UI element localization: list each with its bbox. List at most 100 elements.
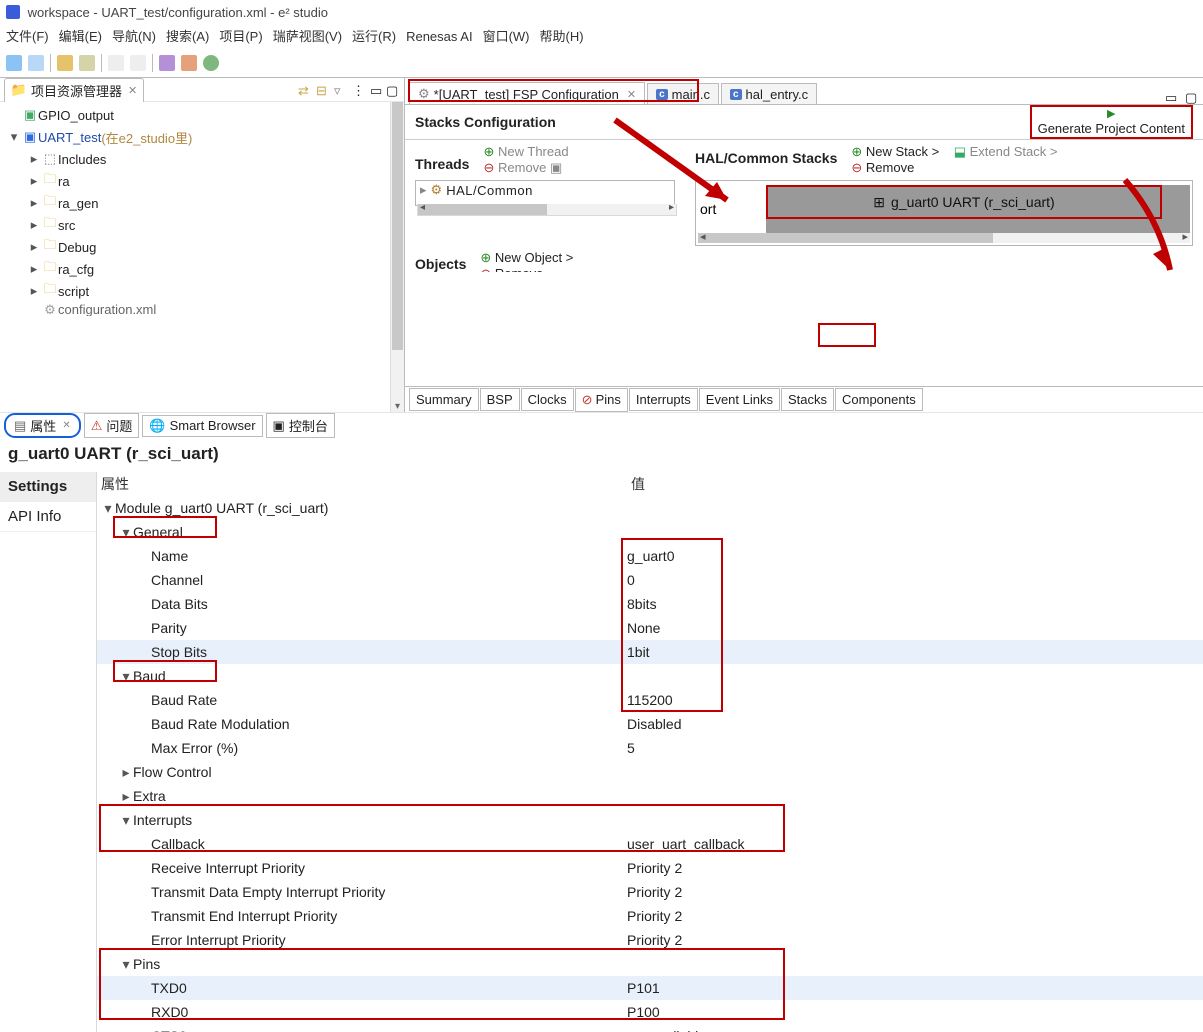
- prop-row-receive-interrupt-priority[interactable]: Receive Interrupt PriorityPriority 2: [97, 856, 1203, 880]
- tree-item-debug[interactable]: ▸🗀Debug: [0, 236, 404, 258]
- fsp-tab-components[interactable]: Components: [835, 388, 923, 411]
- view-tab-3[interactable]: ▣控制台: [266, 413, 335, 438]
- prop-value[interactable]: g_uart0: [627, 548, 1203, 564]
- prop-value[interactable]: 115200: [627, 692, 1203, 708]
- threads-list[interactable]: ▸⚙ HAL/Common: [415, 180, 675, 206]
- prop-row-channel[interactable]: Channel0: [97, 568, 1203, 592]
- prop-value[interactable]: Priority 2: [627, 908, 1203, 924]
- save-icon[interactable]: [6, 55, 22, 71]
- prop-value[interactable]: 1bit: [627, 644, 1203, 660]
- prop-value[interactable]: P100: [627, 1004, 1203, 1020]
- twisty-icon[interactable]: ▾: [119, 668, 133, 685]
- prop-row-name[interactable]: Nameg_uart0: [97, 544, 1203, 568]
- prop-side-tab-api-info[interactable]: API Info: [0, 502, 96, 532]
- horizontal-scrollbar[interactable]: ▸ ◂: [698, 233, 1190, 243]
- new-icon[interactable]: [130, 55, 146, 71]
- new-thread-button[interactable]: ⊕ New Thread: [483, 144, 568, 160]
- prop-value[interactable]: 5: [627, 740, 1203, 756]
- twisty-icon[interactable]: ▾: [119, 812, 133, 829]
- project-explorer-tab[interactable]: 📁 项目资源管理器 ✕: [4, 78, 144, 102]
- prop-value[interactable]: Disabled: [627, 716, 1203, 732]
- prop-row-callback[interactable]: Callbackuser_uart_callback: [97, 832, 1203, 856]
- fsp-tab-pins[interactable]: ⊘Pins: [575, 388, 628, 412]
- prop-row-transmit-data-empty-interrupt-priority[interactable]: Transmit Data Empty Interrupt PriorityPr…: [97, 880, 1203, 904]
- save-all-icon[interactable]: [28, 55, 44, 71]
- prop-value[interactable]: Priority 2: [627, 932, 1203, 948]
- remove-object-button[interactable]: ⊖ Remove: [480, 266, 573, 272]
- prop-row-stop-bits[interactable]: Stop Bits1bit: [97, 640, 1203, 664]
- fsp-tab-clocks[interactable]: Clocks: [521, 388, 574, 411]
- prop-group-extra[interactable]: ▸Extra: [97, 784, 1203, 808]
- extend-stack-button[interactable]: ⬓ Extend Stack >: [954, 144, 1058, 159]
- prop-group-interrupts[interactable]: ▾Interrupts: [97, 808, 1203, 832]
- vertical-scrollbar[interactable]: ▾: [390, 102, 404, 412]
- run-circle-icon[interactable]: [203, 55, 219, 71]
- editor-minimize-icon[interactable]: ▭: [1165, 90, 1179, 104]
- view-menu-icon[interactable]: ⋮: [352, 83, 366, 97]
- editor-maximize-icon[interactable]: ▢: [1185, 90, 1199, 104]
- twisty-icon[interactable]: ▸: [119, 764, 133, 781]
- prop-value[interactable]: <unavailable>: [627, 1028, 1203, 1032]
- menu-4[interactable]: 项目(P): [219, 29, 262, 44]
- prop-value[interactable]: user_uart_callback: [627, 836, 1203, 852]
- editor-tab-2[interactable]: chal_entry.c: [721, 83, 817, 105]
- close-icon[interactable]: ✕: [128, 84, 137, 97]
- twisty-icon[interactable]: ▸: [26, 151, 42, 167]
- tree-item-configuration-xml[interactable]: ⚙configuration.xml: [0, 302, 404, 316]
- prop-row-txd0[interactable]: TXD0P101: [97, 976, 1203, 1000]
- menu-5[interactable]: 瑞萨视图(V): [273, 29, 342, 44]
- prop-row-data-bits[interactable]: Data Bits8bits: [97, 592, 1203, 616]
- prop-side-tab-settings[interactable]: Settings: [0, 472, 96, 502]
- twisty-icon[interactable]: ▸: [119, 788, 133, 805]
- view-tab-1[interactable]: ⚠问题: [84, 413, 140, 438]
- fsp-tab-interrupts[interactable]: Interrupts: [629, 388, 698, 411]
- prop-row-max-error----[interactable]: Max Error (%)5: [97, 736, 1203, 760]
- prop-row-cts0[interactable]: CTS0<unavailable>: [97, 1024, 1203, 1032]
- filter-icon[interactable]: ▿: [334, 83, 348, 97]
- link-editor-icon[interactable]: ⇄: [298, 83, 312, 97]
- run-icon[interactable]: [181, 55, 197, 71]
- tree-item-uart-test[interactable]: ▾▣UART_test (在e2_studio里): [0, 126, 404, 148]
- tree-item-gpio-output[interactable]: ▣GPIO_output: [0, 104, 404, 126]
- prop-row-rxd0[interactable]: RXD0P100: [97, 1000, 1203, 1024]
- minimize-icon[interactable]: ▭: [370, 83, 384, 97]
- prop-value[interactable]: 0: [627, 572, 1203, 588]
- twisty-icon[interactable]: ▾: [119, 524, 133, 541]
- twisty-icon[interactable]: ▸: [26, 173, 42, 189]
- close-icon[interactable]: ✕: [62, 420, 70, 431]
- menu-0[interactable]: 文件(F): [6, 29, 49, 44]
- fsp-tab-bsp[interactable]: BSP: [480, 388, 520, 411]
- prop-row-transmit-end-interrupt-priority[interactable]: Transmit End Interrupt PriorityPriority …: [97, 904, 1203, 928]
- fsp-tab-summary[interactable]: Summary: [409, 388, 479, 411]
- prop-value[interactable]: P101: [627, 980, 1203, 996]
- prop-row-baud-rate-modulation[interactable]: Baud Rate ModulationDisabled: [97, 712, 1203, 736]
- tree-item-src[interactable]: ▸🗀src: [0, 214, 404, 236]
- menu-7[interactable]: Renesas AI: [406, 29, 473, 44]
- debug-icon[interactable]: [159, 55, 175, 71]
- twisty-icon[interactable]: ▸: [26, 283, 42, 299]
- properties-grid[interactable]: 属性 值 ▾Module g_uart0 UART (r_sci_uart)▾G…: [97, 472, 1203, 1032]
- close-icon[interactable]: ✕: [627, 88, 636, 101]
- menu-2[interactable]: 导航(N): [112, 29, 156, 44]
- tree-item-script[interactable]: ▸🗀script: [0, 280, 404, 302]
- tree-item-ra-gen[interactable]: ▸🗀ra_gen: [0, 192, 404, 214]
- prop-group-general[interactable]: ▾General: [97, 520, 1203, 544]
- menu-6[interactable]: 运行(R): [352, 29, 396, 44]
- thread-hal-common[interactable]: HAL/Common: [446, 183, 533, 198]
- twisty-icon[interactable]: ▸: [26, 261, 42, 277]
- generate-project-content-button[interactable]: ▶ Generate Project Content: [1030, 105, 1193, 140]
- build-icon[interactable]: [57, 55, 73, 71]
- hammer-icon[interactable]: [79, 55, 95, 71]
- module-g-uart0[interactable]: ⊞ g_uart0 UART (r_sci_uart): [766, 185, 1162, 219]
- menu-1[interactable]: 编辑(E): [59, 29, 102, 44]
- editor-tab-0[interactable]: ⚙*[UART_test] FSP Configuration✕: [409, 82, 645, 105]
- remove-stack-button[interactable]: ⊖ Remove: [851, 160, 1057, 176]
- prop-group-flow-control[interactable]: ▸Flow Control: [97, 760, 1203, 784]
- new-stack-button[interactable]: ⊕ New Stack >: [851, 144, 939, 159]
- prop-row-error-interrupt-priority[interactable]: Error Interrupt PriorityPriority 2: [97, 928, 1203, 952]
- twisty-icon[interactable]: ▾: [101, 500, 115, 517]
- twisty-icon[interactable]: ▾: [119, 956, 133, 973]
- twisty-icon[interactable]: ▸: [26, 239, 42, 255]
- twisty-icon[interactable]: ▾: [6, 129, 22, 145]
- open-icon[interactable]: [108, 55, 124, 71]
